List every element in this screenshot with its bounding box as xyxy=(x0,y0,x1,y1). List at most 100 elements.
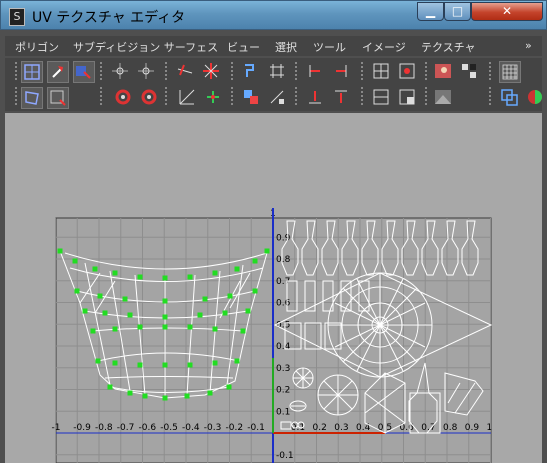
layout-icon[interactable] xyxy=(203,87,225,109)
uv-vertex xyxy=(212,326,218,332)
uv-vertex xyxy=(264,248,270,254)
color-wheel-icon[interactable] xyxy=(525,87,547,109)
menu-select[interactable]: 選択 xyxy=(275,39,297,55)
uv-vertex xyxy=(162,314,168,320)
align-icon[interactable] xyxy=(241,61,263,83)
minimize-button[interactable]: ▁ xyxy=(417,2,444,21)
x-tick-label: -0.6 xyxy=(139,423,157,433)
move-up-icon[interactable] xyxy=(331,87,353,109)
y-tick-label: 0.7 xyxy=(276,277,290,287)
close-button[interactable]: ✕ xyxy=(471,2,543,21)
uv-vertex xyxy=(112,270,118,276)
uv-vertex xyxy=(245,308,251,314)
move-left-icon[interactable] xyxy=(305,61,327,83)
uv-vertex xyxy=(142,393,148,399)
y-tick-label: 0.8 xyxy=(276,255,291,265)
uv-vertex xyxy=(234,358,240,364)
move-down-icon[interactable] xyxy=(305,87,327,109)
rotate-cw-icon[interactable] xyxy=(113,87,135,109)
uv-vertex xyxy=(57,248,63,254)
uv-vertex xyxy=(207,390,213,396)
flip-v-icon[interactable] xyxy=(136,61,158,83)
cut-edge-icon[interactable] xyxy=(175,61,197,83)
uv-vertex xyxy=(137,324,143,330)
uv-merge-icon[interactable] xyxy=(397,87,419,109)
uv-vertex xyxy=(252,258,258,264)
toolbar xyxy=(5,58,542,111)
image-filter-icon[interactable] xyxy=(433,87,455,109)
uv-vertex xyxy=(92,266,98,272)
uv-cut-icon[interactable] xyxy=(371,87,393,109)
uv-vertex xyxy=(212,270,218,276)
uv-vertex xyxy=(127,312,133,318)
x-tick-label: -0.7 xyxy=(117,423,135,433)
move-right-icon[interactable] xyxy=(331,61,353,83)
uv-vertex xyxy=(222,310,228,316)
x-tick-label: 0.9 xyxy=(465,423,480,433)
uv-vertex xyxy=(234,266,240,272)
uv-canvas[interactable]: -1 -0.9 -0.8 -0.7 -0.6 -0.5 -0.4 -0.3 -0.2 -0.1 0.… xyxy=(5,113,542,463)
uv-vertex xyxy=(112,326,118,332)
uv-vertex xyxy=(212,360,218,366)
paint-select-icon[interactable] xyxy=(47,87,69,109)
sew-edge-icon[interactable] xyxy=(201,61,223,83)
select-uv-icon[interactable] xyxy=(21,61,43,83)
uv-vertex xyxy=(137,362,143,368)
x-tick-label: -0.1 xyxy=(247,423,265,433)
normalize-icon[interactable] xyxy=(241,87,263,109)
uv-viewport[interactable]: -1 -0.9 -0.8 -0.7 -0.6 -0.5 -0.4 -0.3 -0.2 -0.1 0.… xyxy=(5,113,542,463)
uv-vertex xyxy=(240,328,246,334)
y-tick-label: 0.2 xyxy=(276,386,290,396)
uv-shell-icon[interactable] xyxy=(397,61,419,83)
menu-bar: ポリゴン サブディビジョン サーフェス ビュー 選択 ツール イメージ テクスチ… xyxy=(5,36,542,56)
menu-overflow[interactable]: » xyxy=(525,39,532,52)
x-tick-label: -0.2 xyxy=(226,423,244,433)
snap-icon[interactable] xyxy=(267,61,289,83)
maximize-button[interactable]: □ xyxy=(444,2,471,21)
menu-view[interactable]: ビュー xyxy=(227,39,260,55)
x-tick-label: 0.3 xyxy=(334,423,348,433)
menu-polygon[interactable]: ポリゴン xyxy=(15,39,59,55)
y-tick-label: -0.1 xyxy=(276,451,294,461)
uv-vertex xyxy=(187,362,193,368)
uv-vertex xyxy=(162,275,168,281)
x-tick-label: -0.9 xyxy=(73,423,91,433)
x-tick-label: -0.4 xyxy=(182,423,200,433)
uv-vertex xyxy=(202,296,208,302)
menu-subdiv[interactable]: サブディビジョン サーフェス xyxy=(73,39,218,55)
x-tick-label: -0.3 xyxy=(204,423,222,433)
rotate-ccw-icon[interactable] xyxy=(139,87,161,109)
uv-vertex xyxy=(187,324,193,330)
uv-vertex xyxy=(162,395,168,401)
grid-icon[interactable] xyxy=(21,87,43,109)
unfold-icon[interactable] xyxy=(177,87,199,109)
y-tick-label: 0.6 xyxy=(276,299,291,309)
menu-texture[interactable]: テクスチャ xyxy=(421,39,476,55)
menu-tools[interactable]: ツール xyxy=(313,39,346,55)
distribute-icon[interactable] xyxy=(267,87,289,109)
x-tick-label: -0.5 xyxy=(160,423,178,433)
uv-vertex xyxy=(122,296,128,302)
uv-vertex xyxy=(112,360,118,366)
move-uv-icon[interactable] xyxy=(47,61,69,83)
uv-vertex xyxy=(95,358,101,364)
display-grid-icon[interactable] xyxy=(499,61,521,83)
y-tick-label: 0.3 xyxy=(276,364,290,374)
uv-vertex xyxy=(184,393,190,399)
checker-icon[interactable] xyxy=(459,61,481,83)
x-tick-label: 1 xyxy=(487,423,493,433)
menu-image[interactable]: イメージ xyxy=(362,39,406,55)
lasso-icon[interactable] xyxy=(73,61,95,83)
uv-vertex xyxy=(252,288,258,294)
uv-vertex xyxy=(127,390,133,396)
texture-icon[interactable] xyxy=(499,87,521,109)
y-tick-label: 0.4 xyxy=(276,342,291,352)
x-tick-label: -0.8 xyxy=(95,423,113,433)
flip-u-icon[interactable] xyxy=(110,61,132,83)
image-icon[interactable] xyxy=(433,61,455,83)
title-bar: S UV テクスチャ エディタ ▁ □ ✕ xyxy=(0,0,547,30)
uv-vertex xyxy=(162,324,168,330)
app-icon: S xyxy=(9,8,25,26)
uv-grid-icon[interactable] xyxy=(371,61,393,83)
uv-vertex xyxy=(82,308,88,314)
